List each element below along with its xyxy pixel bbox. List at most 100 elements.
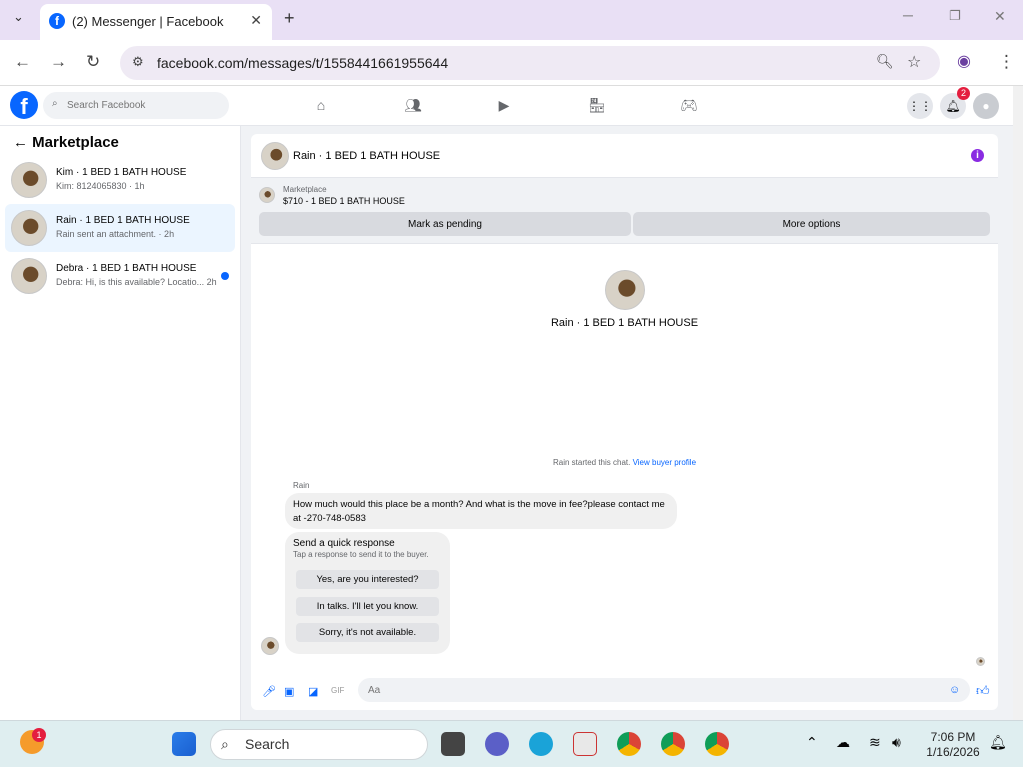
zoom-icon[interactable]: 🔍︎ bbox=[876, 53, 894, 70]
unread-dot bbox=[221, 272, 229, 280]
edge-icon[interactable] bbox=[529, 732, 553, 756]
tab-list-chevron-icon[interactable]: ⌄ bbox=[13, 9, 24, 25]
page-scrollbar[interactable] bbox=[1013, 86, 1023, 720]
chat-header-avatar[interactable] bbox=[261, 142, 289, 170]
friends-icon[interactable]: 👥︎ bbox=[404, 97, 422, 113]
back-icon[interactable]: ← bbox=[14, 52, 31, 72]
file-explorer-icon[interactable] bbox=[441, 732, 465, 756]
browser-menu-icon[interactable]: ⋮ bbox=[998, 52, 1015, 72]
quick-reply-button[interactable]: Yes, are you interested? bbox=[296, 570, 439, 589]
more-options-button[interactable]: More options bbox=[633, 212, 990, 236]
quick-response-card: Send a quick response Tap a response to … bbox=[285, 532, 450, 654]
window-close-icon[interactable]: ✕ bbox=[994, 8, 1006, 25]
taskbar-search[interactable]: ⌕ Search bbox=[210, 729, 428, 760]
tab-close-icon[interactable]: ✕ bbox=[250, 12, 262, 29]
minimize-icon[interactable]: ─ bbox=[903, 7, 913, 23]
system-clock[interactable]: 7:06 PM 1/16/2026 bbox=[920, 730, 986, 760]
omnibox[interactable]: ⚙ facebook.com/messages/t/15584416619556… bbox=[120, 46, 940, 80]
sidebar-header: ← Marketplace bbox=[13, 134, 119, 151]
marketplace-label: Marketplace bbox=[283, 185, 327, 194]
browser-tab[interactable]: f (2) Messenger | Facebook ✕ bbox=[40, 4, 272, 40]
marketplace-icon[interactable]: 🏪︎ bbox=[588, 97, 606, 113]
started-text: Rain started this chat. bbox=[552, 458, 631, 467]
gaming-icon[interactable]: 🎮︎ bbox=[680, 97, 698, 113]
browser-tab-bar: ⌄ f (2) Messenger | Facebook ✕ + ─ ❐ ✕ bbox=[0, 0, 1023, 40]
account-avatar[interactable]: ● bbox=[973, 93, 999, 119]
chrome-profile-icon[interactable] bbox=[705, 732, 729, 756]
quick-response-subtitle: Tap a response to send it to the buyer. bbox=[293, 550, 429, 559]
gif-icon[interactable]: GIF bbox=[331, 686, 344, 695]
conversation-name: Kim · 1 BED 1 BATH HOUSE bbox=[56, 167, 187, 178]
message-bubble: How much would this place be a month? An… bbox=[285, 493, 677, 529]
photo-icon[interactable]: ▣ bbox=[284, 685, 294, 698]
weather-badge: 1 bbox=[32, 728, 46, 742]
conversation-item[interactable]: Rain · 1 BED 1 BATH HOUSE Rain sent an at… bbox=[5, 204, 235, 252]
chat-started-notice: Rain started this chat. View buyer profi… bbox=[251, 458, 998, 467]
sidebar-title: Marketplace bbox=[32, 134, 119, 151]
back-arrow-icon[interactable]: ← bbox=[13, 134, 32, 151]
info-icon[interactable]: i bbox=[971, 149, 984, 162]
sender-name: Rain bbox=[293, 481, 310, 490]
view-buyer-profile-link[interactable]: View buyer profile bbox=[633, 458, 696, 467]
facebook-favicon-icon: f bbox=[49, 13, 65, 29]
facebook-logo-icon[interactable]: f bbox=[10, 91, 38, 119]
conversation-name: Rain · 1 BED 1 BATH HOUSE bbox=[56, 215, 190, 226]
conversation-panel: Rain · 1 BED 1 BATH HOUSE i Marketplace … bbox=[251, 134, 998, 710]
url-text[interactable]: facebook.com/messages/t/1558441661955644 bbox=[157, 55, 448, 71]
conversation-item[interactable]: Kim · 1 BED 1 BATH HOUSE Kim: 8124065830 … bbox=[5, 156, 235, 204]
like-thumb-icon[interactable]: 👍︎ bbox=[976, 683, 990, 699]
windows-start-icon[interactable] bbox=[172, 732, 196, 756]
conversation-avatar bbox=[11, 258, 47, 294]
reload-icon[interactable]: ↻ bbox=[86, 52, 100, 72]
search-icon: ⌕ bbox=[52, 98, 58, 109]
clock-time: 7:06 PM bbox=[930, 730, 976, 744]
quick-response-title: Send a quick response bbox=[293, 538, 395, 549]
message-input[interactable] bbox=[358, 678, 970, 702]
listing-price-title[interactable]: $710 - 1 BED 1 BATH HOUSE bbox=[283, 196, 405, 206]
forward-icon[interactable]: → bbox=[50, 52, 67, 72]
app-icon[interactable] bbox=[573, 732, 597, 756]
home-icon[interactable]: ⌂ bbox=[313, 97, 329, 113]
taskbar-search-icon: ⌕ bbox=[221, 736, 229, 752]
conversation-snippet: Debra: Hi, is this available? Locatio...… bbox=[56, 277, 217, 287]
address-bar-row: ← → ↻ ⚙ facebook.com/messages/t/15584416… bbox=[0, 40, 1023, 86]
center-name: Rain · 1 BED 1 BATH HOUSE bbox=[550, 317, 699, 329]
new-tab-icon[interactable]: + bbox=[284, 8, 295, 29]
message-composer: 🎤︎ ▣ ◪ GIF ☺ 👍︎ bbox=[251, 676, 998, 706]
quick-reply-button[interactable]: Sorry, it's not available. bbox=[296, 623, 439, 642]
video-icon[interactable]: ▶ bbox=[496, 97, 512, 113]
notification-badge: 2 bbox=[957, 87, 970, 100]
chat-header-name[interactable]: Rain · 1 BED 1 BATH HOUSE bbox=[293, 150, 440, 162]
emoji-icon[interactable]: ☺ bbox=[949, 684, 960, 696]
quick-reply-button[interactable]: In talks. I'll let you know. bbox=[296, 597, 439, 616]
seen-indicator-avatar bbox=[976, 657, 985, 666]
wifi-icon[interactable]: ≋ bbox=[869, 734, 881, 751]
sender-avatar[interactable] bbox=[261, 637, 279, 655]
sticker-icon[interactable]: ◪ bbox=[308, 685, 318, 698]
facebook-search-input[interactable] bbox=[43, 92, 229, 119]
tray-chevron-icon[interactable]: ⌃ bbox=[806, 734, 818, 751]
cloud-offline-icon[interactable]: ☁ bbox=[836, 734, 850, 751]
conversation-snippet: Kim: 8124065830 · 1h bbox=[56, 181, 145, 191]
center-avatar[interactable] bbox=[605, 270, 645, 310]
conversation-avatar bbox=[11, 162, 47, 198]
tab-title: (2) Messenger | Facebook bbox=[72, 14, 224, 29]
microphone-icon[interactable]: 🎤︎ bbox=[262, 685, 276, 698]
menu-grid-icon[interactable]: ⋮⋮ bbox=[907, 93, 933, 119]
chrome-profile-icon[interactable] bbox=[617, 732, 641, 756]
conversation-snippet: Rain sent an attachment. · 2h bbox=[56, 229, 175, 239]
listing-thumbnail[interactable] bbox=[259, 187, 275, 203]
teams-icon[interactable] bbox=[485, 732, 509, 756]
bookmark-star-icon[interactable]: ☆ bbox=[907, 52, 921, 72]
volume-icon[interactable]: 🔊︎ bbox=[892, 734, 901, 751]
marketplace-sidebar: ← Marketplace Kim · 1 BED 1 BATH HOUSE Ki… bbox=[0, 126, 241, 720]
conversation-item[interactable]: Debra · 1 BED 1 BATH HOUSE Debra: Hi, is … bbox=[5, 252, 235, 300]
chrome-profile-icon[interactable] bbox=[661, 732, 685, 756]
chat-header: Rain · 1 BED 1 BATH HOUSE i bbox=[251, 134, 998, 178]
profile-icon[interactable]: ◉ bbox=[957, 51, 971, 71]
restore-icon[interactable]: ❐ bbox=[949, 8, 961, 24]
site-info-icon[interactable]: ⚙ bbox=[132, 54, 144, 70]
conversation-avatar bbox=[11, 210, 47, 246]
notification-center-icon[interactable]: 🔔︎ bbox=[989, 734, 1007, 751]
mark-as-pending-button[interactable]: Mark as pending bbox=[259, 212, 631, 236]
